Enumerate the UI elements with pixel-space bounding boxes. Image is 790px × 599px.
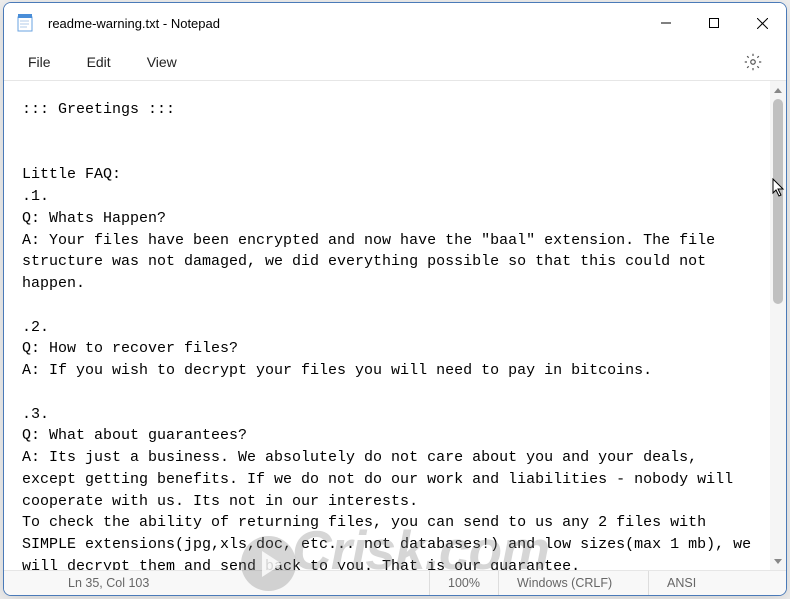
statusbar: Ln 35, Col 103 100% Windows (CRLF) ANSI (4, 570, 786, 595)
scroll-up-arrow[interactable] (770, 81, 786, 99)
menu-view[interactable]: View (129, 48, 195, 76)
status-eol: Windows (CRLF) (498, 571, 648, 595)
mouse-cursor-icon (772, 178, 786, 198)
close-icon (757, 18, 768, 29)
menu-file[interactable]: File (10, 48, 69, 76)
scroll-thumb[interactable] (773, 99, 783, 304)
text-editor[interactable]: ::: Greetings ::: Little FAQ: .1. Q: Wha… (4, 81, 770, 570)
content-area: ::: Greetings ::: Little FAQ: .1. Q: Wha… (4, 81, 786, 570)
vertical-scrollbar[interactable] (770, 81, 786, 570)
window-title: readme-warning.txt - Notepad (48, 16, 642, 31)
settings-button[interactable] (734, 46, 772, 78)
minimize-button[interactable] (642, 3, 690, 43)
titlebar[interactable]: readme-warning.txt - Notepad (4, 3, 786, 43)
minimize-icon (661, 18, 671, 28)
status-encoding: ANSI (648, 571, 778, 595)
status-zoom: 100% (429, 571, 498, 595)
menubar: File Edit View (4, 43, 786, 81)
menu-edit[interactable]: Edit (69, 48, 129, 76)
gear-icon (744, 53, 762, 71)
close-button[interactable] (738, 3, 786, 43)
notepad-icon (16, 14, 34, 32)
status-position: Ln 35, Col 103 (12, 571, 167, 595)
chevron-up-icon (774, 88, 782, 93)
maximize-icon (709, 18, 719, 28)
notepad-window: readme-warning.txt - Notepad File Edit V… (3, 2, 787, 596)
scroll-down-arrow[interactable] (770, 552, 786, 570)
maximize-button[interactable] (690, 3, 738, 43)
window-controls (642, 3, 786, 43)
chevron-down-icon (774, 559, 782, 564)
